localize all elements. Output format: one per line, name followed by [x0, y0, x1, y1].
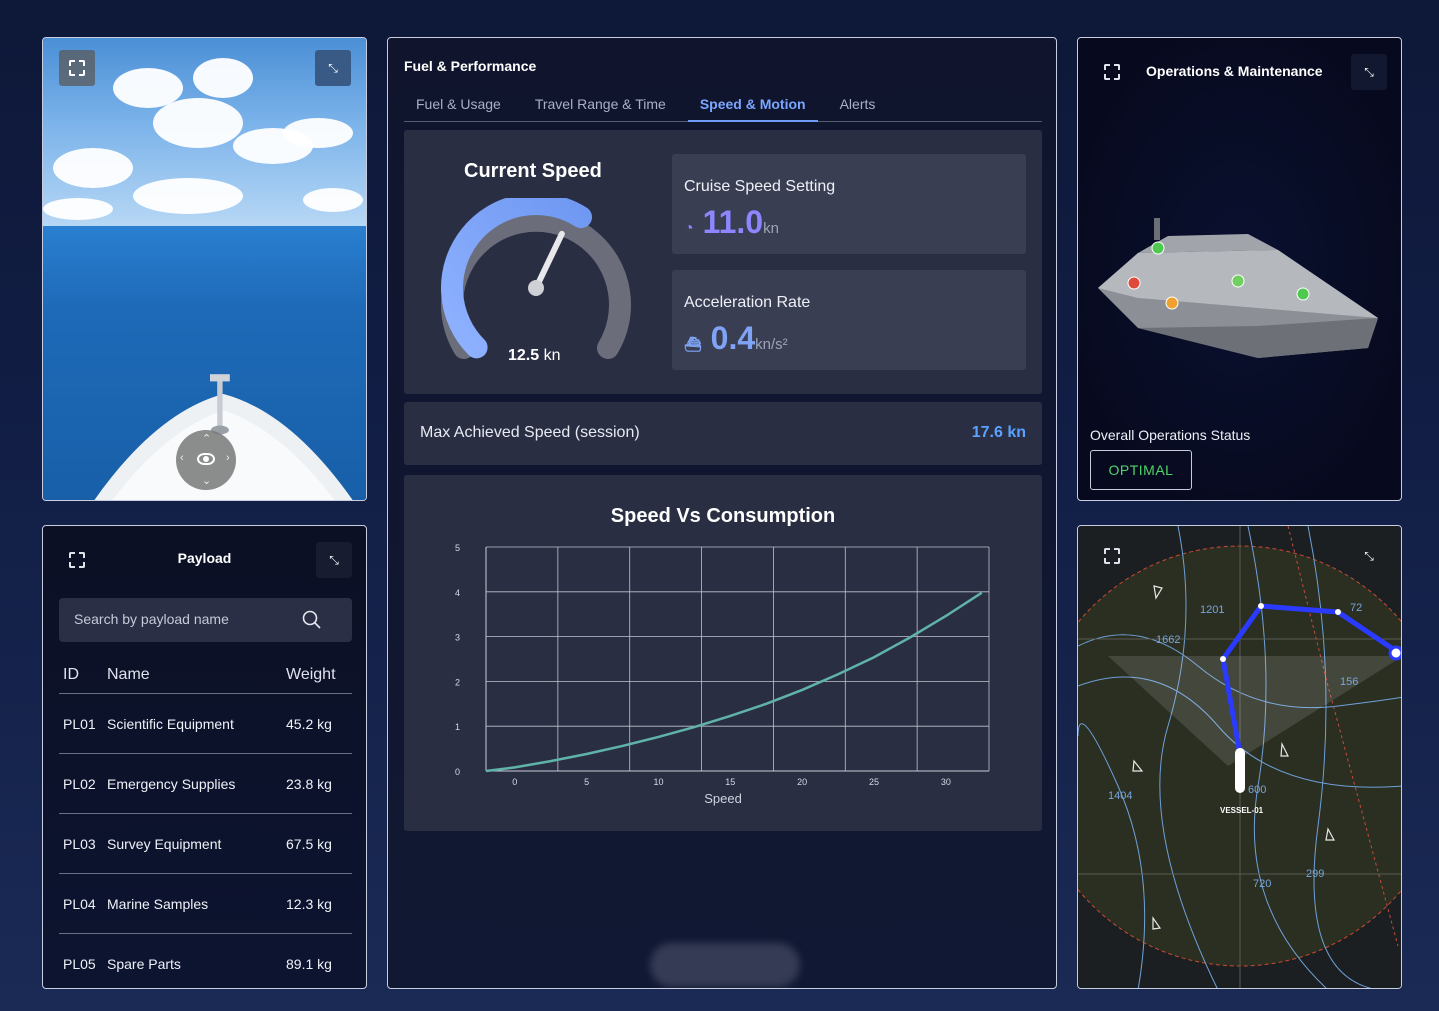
fullscreen-icon [1104, 548, 1120, 564]
minimize-icon: ⤡ [328, 60, 338, 75]
speedometer-icon: ◔ [684, 220, 694, 237]
table-row[interactable]: PL04 Marine Samples 12.3 kg [59, 874, 352, 934]
vessel-3d-model [1098, 218, 1378, 358]
col-id: ID [63, 665, 79, 683]
x-tick-label: 0 [512, 777, 517, 787]
col-weight: Weight [286, 665, 336, 683]
x-axis-label: Speed [704, 791, 742, 806]
ops-minimize-button[interactable]: ⤡ [1351, 54, 1387, 90]
y-tick-label: 0 [455, 767, 460, 777]
speed-section: Current Speed 12.5 kn Cruise Speed Setti… [404, 130, 1042, 394]
cruise-speed-card: Cruise Speed Setting ◔ 11.0kn [672, 154, 1026, 254]
map-fullscreen-button[interactable] [1094, 538, 1130, 574]
tab-alerts[interactable]: Alerts [828, 88, 888, 122]
fuel-performance-panel: Fuel & Performance Fuel & Usage Travel R… [387, 37, 1057, 989]
status-badge[interactable]: OPTIMAL [1090, 450, 1192, 490]
acceleration-card: Acceleration Rate ⛴ 0.4kn/s² [672, 270, 1026, 370]
ops-title: Operations & Maintenance [1146, 63, 1323, 79]
minimize-button[interactable]: ⤡ [315, 50, 351, 86]
vessel-label: VESSEL-01 [1220, 806, 1264, 815]
y-tick-label: 1 [455, 722, 460, 732]
table-row[interactable]: PL03 Survey Equipment 67.5 kg [59, 814, 352, 874]
tab-fuel-usage[interactable]: Fuel & Usage [404, 88, 513, 122]
minimize-icon: ⤡ [1364, 548, 1374, 563]
payload-table: ID Name Weight PL01 Scientific Equipment… [59, 656, 352, 988]
y-tick-label: 2 [455, 677, 460, 687]
chart-plot: 0 1 2 3 4 5 0 5 10 15 20 25 30 [455, 543, 990, 787]
series-line [485, 591, 983, 773]
current-speed-readout: 12.5 kn [508, 347, 561, 364]
current-speed-label: Current Speed [464, 160, 602, 182]
speed-gauge [441, 198, 631, 359]
payload-minimize-button[interactable]: ⤡ [316, 542, 352, 578]
fullscreen-icon [1104, 64, 1120, 80]
map-minimize-button[interactable]: ⤡ [1351, 538, 1387, 574]
ops-fullscreen-button[interactable] [1094, 54, 1130, 90]
navigation-map-panel: 1201 1662 156 1404 720 299 600 72 VESSEL… [1077, 525, 1402, 989]
tab-travel-range[interactable]: Travel Range & Time [523, 88, 678, 122]
panel-title: Fuel & Performance [404, 58, 537, 74]
max-speed-row: Max Achieved Speed (session) 17.6 kn [404, 402, 1042, 465]
fullscreen-icon [69, 60, 85, 76]
status-label: Overall Operations Status [1090, 427, 1251, 443]
speed-consumption-chart: Speed Vs Consumption 0 1 2 3 4 5 0 5 10 15 20 25 30 … [404, 475, 1042, 831]
y-tick-label: 3 [455, 633, 460, 643]
x-tick-label: 5 [584, 777, 589, 787]
x-tick-label: 30 [941, 777, 951, 787]
minimize-icon: ⤡ [329, 552, 339, 567]
nav-chart [1078, 526, 1401, 988]
payload-search-input[interactable] [74, 611, 294, 627]
y-tick-label: 5 [455, 543, 460, 553]
x-tick-label: 15 [725, 777, 735, 787]
payload-table-header: ID Name Weight [59, 656, 352, 694]
tab-bar: Fuel & Usage Travel Range & Time Speed &… [404, 88, 1042, 122]
minimize-icon: ⤡ [1364, 64, 1374, 79]
camera-joystick[interactable]: ⌃ ⌄ ‹ › [176, 430, 236, 490]
search-icon[interactable] [302, 610, 322, 630]
operations-panel: Operations & Maintenance ⤡ Overall Opera… [1077, 37, 1402, 501]
tab-speed-motion[interactable]: Speed & Motion [687, 88, 818, 122]
col-name: Name [107, 665, 150, 683]
payload-search [59, 598, 352, 642]
fullscreen-button[interactable] [59, 50, 95, 86]
boat-icon: ⛴ [684, 336, 702, 352]
x-tick-label: 10 [653, 777, 663, 787]
x-tick-label: 25 [869, 777, 879, 787]
camera-feed-panel: ⤡ ⌃ ⌄ ‹ › [42, 37, 367, 501]
blurred-button[interactable] [650, 943, 800, 987]
x-tick-label: 20 [797, 777, 807, 787]
table-row[interactable]: PL05 Spare Parts 89.1 kg [59, 934, 352, 988]
table-row[interactable]: PL02 Emergency Supplies 23.8 kg [59, 754, 352, 814]
payload-panel: Payload ⤡ ID Name Weight PL01 Scientific… [42, 525, 367, 989]
y-tick-label: 4 [455, 588, 460, 598]
table-row[interactable]: PL01 Scientific Equipment 45.2 kg [59, 694, 352, 754]
